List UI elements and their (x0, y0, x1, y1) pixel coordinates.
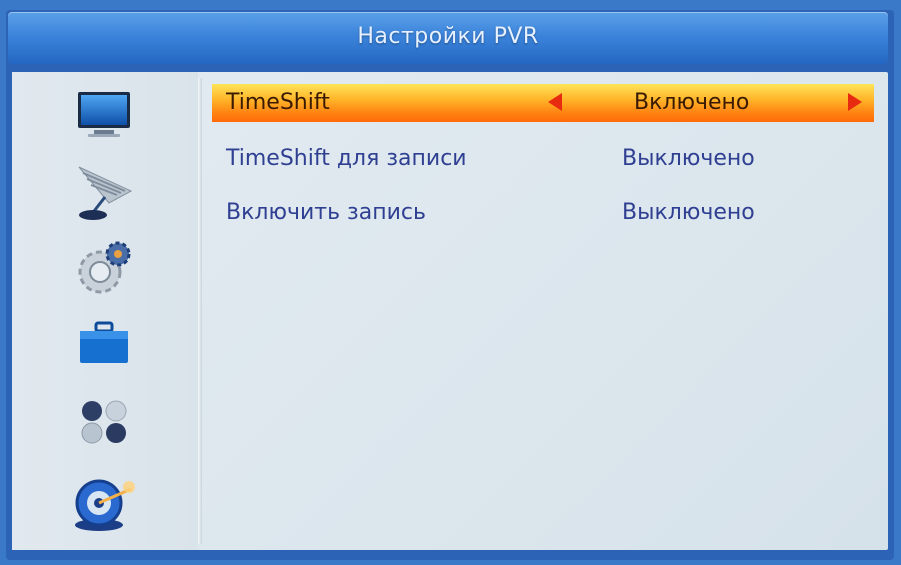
menu-row-value: Включено (634, 90, 750, 115)
menu-row-value: Выключено (622, 146, 755, 171)
tv-icon[interactable] (64, 82, 144, 146)
page-title: Настройки PVR (357, 24, 539, 49)
circles-icon[interactable] (64, 390, 144, 454)
media-disc-icon[interactable] (64, 470, 144, 534)
gear-icon[interactable] (64, 236, 144, 300)
settings-list: TimeShift Включено TimeShift для записи … (212, 72, 888, 550)
arrow-left-icon[interactable] (548, 93, 562, 111)
menu-row-enable-recording[interactable]: Включить запись Выключено (212, 194, 874, 232)
satellite-dish-icon[interactable] (64, 158, 144, 222)
arrow-right-icon[interactable] (848, 93, 862, 111)
briefcase-icon[interactable] (64, 312, 144, 376)
menu-row-timeshift-recording[interactable]: TimeShift для записи Выключено (212, 140, 874, 178)
menu-row-label: Включить запись (226, 200, 426, 225)
menu-row-label: TimeShift (226, 90, 330, 115)
sidebar-divider (198, 78, 202, 544)
menu-row-label: TimeShift для записи (226, 146, 467, 171)
title-bar: Настройки PVR (8, 12, 888, 64)
sidebar (12, 72, 198, 550)
main-panel: TimeShift Включено TimeShift для записи … (12, 72, 888, 550)
menu-row-timeshift[interactable]: TimeShift Включено (212, 84, 874, 122)
menu-row-value: Выключено (622, 200, 755, 225)
